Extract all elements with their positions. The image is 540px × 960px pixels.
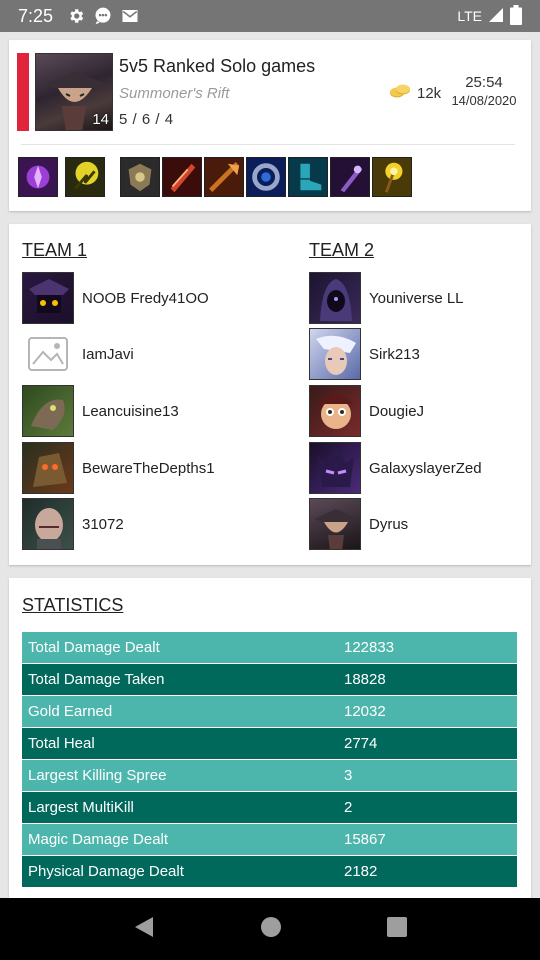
stat-row: Gold Earned 12032	[22, 696, 517, 728]
match-date: 14/08/2020	[451, 93, 517, 108]
player-name: IamJavi	[82, 345, 134, 363]
purple-summoner-spell-icon	[18, 157, 58, 197]
system-nav-bar	[0, 898, 540, 960]
stat-label: Total Damage Dealt	[28, 639, 160, 656]
back-icon[interactable]	[133, 915, 155, 944]
stat-label: Total Heal	[28, 735, 95, 752]
settings-icon	[67, 7, 85, 25]
purple-blade-item-icon	[330, 157, 370, 197]
stat-row: Largest Killing Spree 3	[22, 760, 517, 792]
status-bar: 7:25 LTE	[0, 0, 540, 32]
match-duration: 25:54	[465, 74, 503, 91]
team2-player-3[interactable]: DougieJ	[309, 385, 539, 437]
stat-value: 122833	[344, 639, 395, 656]
match-kda: 5 / 6 / 4	[119, 111, 174, 128]
orange-axe-item-icon	[204, 157, 244, 197]
statistics-card: STATISTICS Total Damage Dealt 122833 Tota…	[9, 578, 531, 908]
match-time-block: 25:54 14/08/2020	[443, 74, 525, 108]
teams-card: TEAM 1 TEAM 2 NOOB Fredy41OO IamJavi Lea…	[9, 224, 531, 565]
player-name: GalaxyslayerZed	[369, 459, 482, 477]
stat-row: Total Damage Taken 18828	[22, 664, 517, 696]
player-name: NOOB Fredy41OO	[82, 289, 209, 307]
avatar	[22, 442, 74, 494]
stat-row: Total Damage Dealt 122833	[22, 632, 517, 664]
avatar	[22, 498, 74, 550]
divider	[21, 144, 515, 145]
result-accent-bar	[17, 53, 29, 131]
home-icon[interactable]	[260, 916, 282, 943]
avatar	[22, 385, 74, 437]
team1-player-2[interactable]: IamJavi	[22, 328, 252, 380]
champion-avatar: 14	[35, 53, 113, 131]
player-name: BewareTheDepths1	[82, 459, 215, 477]
team2-player-1[interactable]: Youniverse LL	[309, 272, 539, 324]
stat-value: 2774	[344, 735, 378, 752]
avatar	[22, 272, 74, 324]
golden-staff-item-icon	[372, 157, 412, 197]
team1-player-5[interactable]: 31072	[22, 498, 252, 550]
team1-heading: TEAM 1	[22, 240, 88, 260]
stat-label: Physical Damage Dealt	[28, 863, 184, 880]
player-name: DougieJ	[369, 402, 425, 420]
build-row	[9, 157, 531, 197]
stat-label: Gold Earned	[28, 703, 113, 720]
network-type: LTE	[457, 8, 482, 24]
blue-ring-item-icon	[246, 157, 286, 197]
avatar-placeholder	[22, 328, 74, 380]
gold-coins-icon	[389, 83, 411, 103]
stat-value: 18828	[344, 671, 386, 688]
statistics-table: Total Damage Dealt 122833 Total Damage Ta…	[22, 632, 517, 888]
gold-value: 12k	[417, 84, 442, 102]
team2-player-4[interactable]: GalaxyslayerZed	[309, 442, 539, 494]
stat-row: Total Heal 2774	[22, 728, 517, 760]
red-blade-item-icon	[162, 157, 202, 197]
team1-player-3[interactable]: Leancuisine13	[22, 385, 252, 437]
stat-label: Largest MultiKill	[28, 799, 134, 816]
match-map: Summoner's Rift	[119, 85, 230, 102]
stat-label: Total Damage Taken	[28, 671, 165, 688]
stat-value: 3	[344, 767, 353, 784]
stat-row: Largest MultiKill 2	[22, 792, 517, 824]
stat-value: 2182	[344, 863, 378, 880]
match-summary-card[interactable]: 14 5v5 Ranked Solo games Summoner's Rift…	[9, 40, 531, 211]
battery-icon	[510, 4, 522, 28]
avatar	[309, 442, 361, 494]
statistics-heading: STATISTICS	[22, 595, 124, 615]
stat-label: Magic Damage Dealt	[28, 831, 169, 848]
chat-icon	[93, 6, 113, 26]
team2-player-2[interactable]: Sirk213	[309, 328, 539, 380]
yellow-flash-spell-icon	[65, 157, 105, 197]
avatar	[309, 385, 361, 437]
avatar	[309, 498, 361, 550]
player-name: Dyrus	[369, 515, 409, 533]
image-placeholder-icon	[28, 337, 68, 371]
mail-icon	[121, 7, 139, 25]
signal-icon	[488, 7, 504, 26]
player-name: 31072	[82, 515, 124, 533]
team2-player-5[interactable]: Dyrus	[309, 498, 539, 550]
player-name: Sirk213	[369, 345, 420, 363]
match-title: 5v5 Ranked Solo games	[119, 56, 316, 76]
team1-player-4[interactable]: BewareTheDepths1	[22, 442, 252, 494]
stat-value: 15867	[344, 831, 386, 848]
status-time: 7:25	[18, 5, 54, 26]
player-name: Leancuisine13	[82, 402, 179, 420]
recents-icon[interactable]	[387, 916, 408, 942]
shield-item-icon	[120, 157, 160, 197]
stat-row: Magic Damage Dealt 15867	[22, 824, 517, 856]
team1-player-1[interactable]: NOOB Fredy41OO	[22, 272, 252, 324]
stat-value: 2	[344, 799, 353, 816]
player-name: Youniverse LL	[369, 289, 464, 307]
stat-row: Physical Damage Dealt 2182	[22, 856, 517, 888]
avatar	[309, 272, 361, 324]
stat-value: 12032	[344, 703, 386, 720]
teal-boots-item-icon	[288, 157, 328, 197]
gold-earned: 12k	[389, 83, 441, 103]
avatar	[309, 328, 361, 380]
team2-heading: TEAM 2	[309, 240, 375, 260]
stat-label: Largest Killing Spree	[28, 767, 167, 784]
champion-level: 14	[92, 111, 109, 128]
